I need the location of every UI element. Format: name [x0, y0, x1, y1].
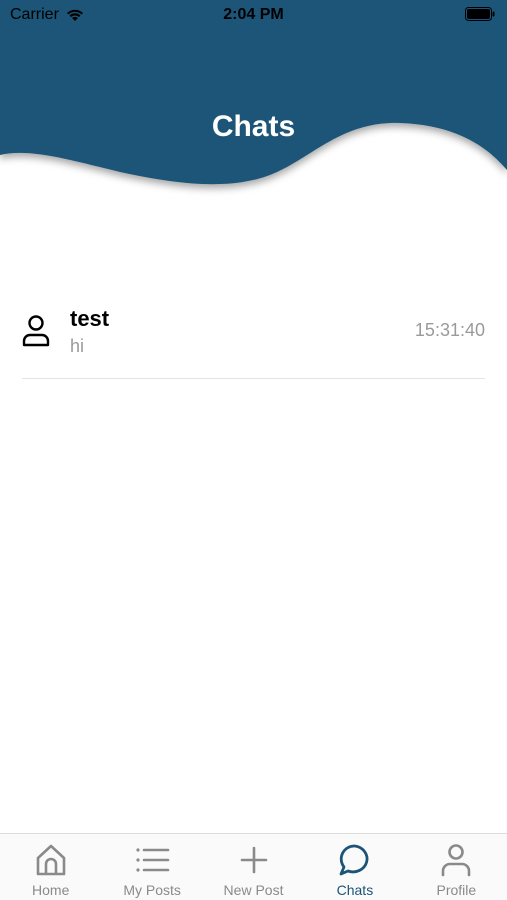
- chat-list-item[interactable]: test hi 15:31:40: [22, 290, 485, 379]
- person-outline-icon: [22, 315, 50, 347]
- home-icon: [36, 844, 66, 876]
- list-icon: [136, 848, 170, 872]
- tab-chats[interactable]: Chats: [304, 834, 405, 900]
- page-title: Chats: [211, 110, 296, 143]
- chat-bubble-icon: [339, 844, 369, 876]
- status-time: 2:04 PM: [223, 6, 284, 23]
- chat-list: test hi 15:31:40: [0, 290, 507, 379]
- tab-profile[interactable]: Profile: [406, 834, 507, 900]
- plus-icon: [240, 846, 267, 874]
- tab-home[interactable]: Home: [0, 834, 101, 900]
- tab-new-post-label: New Post: [223, 882, 284, 898]
- header-wave-background: [0, 0, 507, 185]
- tab-my-posts-label: My Posts: [123, 882, 181, 898]
- battery-icon: [465, 7, 495, 26]
- status-bar: Carrier 2:04 PM: [0, 0, 507, 30]
- tab-profile-label: Profile: [436, 882, 477, 898]
- chat-last-message: hi: [70, 336, 85, 356]
- header: Carrier 2:04 PM Chats: [0, 0, 507, 200]
- tab-new-post[interactable]: New Post: [203, 834, 304, 900]
- tab-chats-label: Chats: [336, 882, 374, 898]
- person-icon: [442, 844, 471, 877]
- tab-home-label: Home: [32, 882, 70, 898]
- tab-bar: Home My Posts New Post Chats Profile: [0, 833, 507, 900]
- chat-timestamp: 15:31:40: [414, 320, 485, 340]
- chat-name: test: [70, 306, 110, 331]
- tab-my-posts[interactable]: My Posts: [101, 834, 202, 900]
